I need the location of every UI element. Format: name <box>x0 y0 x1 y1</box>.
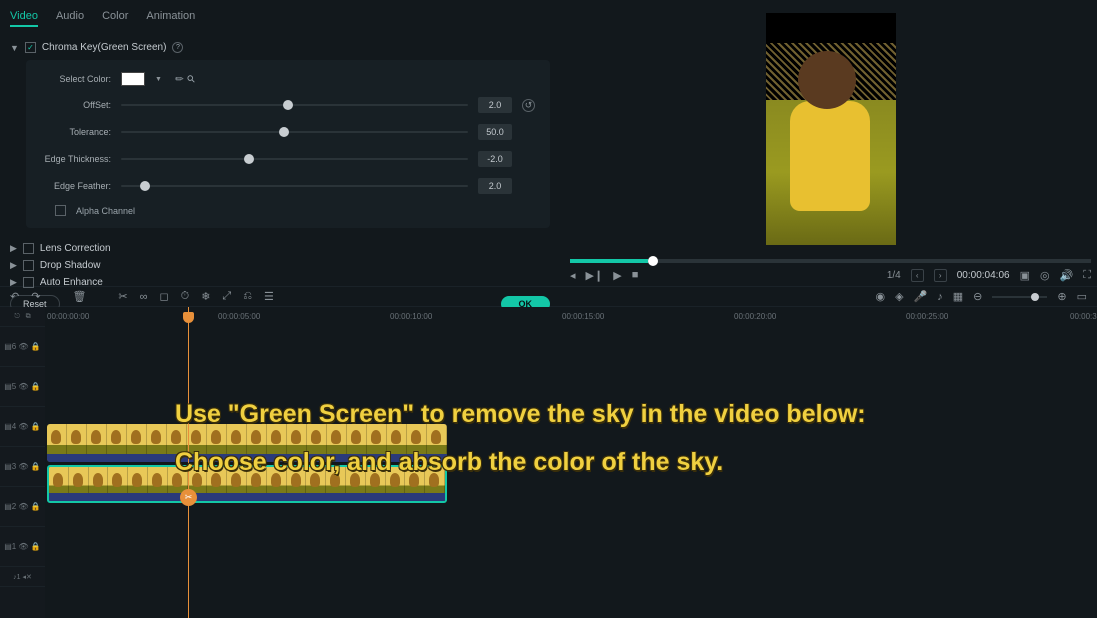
color-swatch[interactable] <box>121 72 145 86</box>
chevron-right-icon[interactable]: ▶ <box>10 260 17 271</box>
prev-frame-icon[interactable]: ◂ <box>570 269 576 282</box>
lens-correction-title: Lens Correction <box>40 243 111 254</box>
ruler-mark: 00:00:25:00 <box>906 312 948 321</box>
music-icon[interactable]: ♪ <box>937 291 943 303</box>
link-icon[interactable]: ∞ <box>140 291 148 303</box>
tab-video[interactable]: Video <box>10 10 38 27</box>
edge-thickness-value[interactable]: -2.0 <box>478 151 512 167</box>
shadow-checkbox[interactable] <box>23 260 34 271</box>
ruler-mark: 00:00:3 <box>1070 312 1097 321</box>
shield-icon[interactable]: ◈ <box>895 290 903 303</box>
speed-icon[interactable]: ⏱ <box>181 290 190 303</box>
grid-icon[interactable]: ▦ <box>953 290 963 303</box>
scissors-icon[interactable]: ✂ <box>180 489 197 506</box>
freeze-icon[interactable]: ❄ <box>201 290 210 303</box>
prev-button[interactable]: ‹ <box>911 269 924 282</box>
quality-icon[interactable]: ◎ <box>1040 269 1050 282</box>
preview-viewer[interactable] <box>570 4 1091 253</box>
drop-shadow-title: Drop Shadow <box>40 260 101 271</box>
timecode: 00:00:04:06 <box>957 270 1010 281</box>
play-pause-icon[interactable]: ▶❙ <box>586 269 604 282</box>
info-icon[interactable]: ? <box>172 42 183 53</box>
fullscreen-icon[interactable]: ⛶ <box>1083 269 1091 282</box>
alpha-channel-checkbox[interactable] <box>55 205 66 216</box>
side-toolbar-1[interactable]: ⎋ ⧉ <box>0 307 45 327</box>
chevron-right-icon[interactable]: ▶ <box>10 243 17 254</box>
ruler-mark: 00:00:15:00 <box>562 312 604 321</box>
tolerance-value[interactable]: 50.0 <box>478 124 512 140</box>
chevron-right-icon[interactable]: ▶ <box>10 277 17 288</box>
tolerance-label: Tolerance: <box>31 127 111 137</box>
play-icon[interactable]: ▶ <box>613 269 621 282</box>
split-icon[interactable]: ✂ <box>118 290 127 303</box>
zoom-slider[interactable] <box>992 296 1047 298</box>
color-dropdown-icon[interactable]: ▼ <box>155 76 162 83</box>
auto-enhance-title: Auto Enhance <box>40 277 103 288</box>
undo-icon[interactable]: ↶ <box>10 290 19 303</box>
edge-feather-label: Edge Feather: <box>31 181 111 191</box>
eyedropper-icon[interactable]: ✎ <box>173 72 187 86</box>
zoom-fit-icon[interactable]: ⤢ <box>222 290 231 303</box>
tolerance-slider[interactable] <box>121 131 468 133</box>
timeline-ruler[interactable]: 00:00:00:00 00:00:05:00 00:00:10:00 00:0… <box>0 307 1097 325</box>
ruler-mark: 00:00:05:00 <box>218 312 260 321</box>
offset-slider[interactable] <box>121 104 468 106</box>
track-head-2[interactable]: ▤2 👁 🔒 <box>0 487 45 527</box>
chevron-down-icon[interactable]: ▼ <box>10 43 19 53</box>
volume-icon[interactable]: 🔊 <box>1060 269 1074 282</box>
fit-timeline-icon[interactable]: ▭ <box>1077 290 1087 303</box>
track-head-6[interactable]: ▤6 👁 🔒 <box>0 327 45 367</box>
crop-icon[interactable]: ◻ <box>159 290 168 303</box>
redo-icon[interactable]: ↷ <box>31 290 40 303</box>
edge-thickness-slider[interactable] <box>121 158 468 160</box>
zoom-level[interactable]: 1/4 <box>887 270 901 281</box>
alpha-channel-label: Alpha Channel <box>76 206 135 216</box>
stop-icon[interactable]: ■ <box>632 269 639 282</box>
edge-thickness-label: Edge Thickness: <box>31 154 111 164</box>
tutorial-overlay: Use "Green Screen" to remove the sky in … <box>175 391 866 486</box>
menu-icon[interactable]: ☰ <box>264 290 274 303</box>
mic-icon[interactable]: 🎤 <box>914 290 928 303</box>
ruler-mark: 00:00:20:00 <box>734 312 776 321</box>
ruler-mark: 00:00:00:00 <box>47 312 89 321</box>
chroma-title: Chroma Key(Green Screen) <box>42 42 167 53</box>
tab-color[interactable]: Color <box>102 10 128 27</box>
zoom-in-icon[interactable]: ⊕ <box>1057 290 1066 303</box>
enhance-checkbox[interactable] <box>23 277 34 288</box>
track-head-4[interactable]: ▤4 👁 🔒 <box>0 407 45 447</box>
snapshot-icon[interactable]: ▣ <box>1020 269 1030 282</box>
offset-reset-icon[interactable]: ↺ <box>522 99 535 112</box>
edge-feather-value[interactable]: 2.0 <box>478 178 512 194</box>
chroma-enable-checkbox[interactable] <box>25 42 36 53</box>
tab-animation[interactable]: Animation <box>146 10 195 27</box>
detach-icon[interactable]: ⎌ <box>243 290 252 303</box>
eyedropper-advanced-icon[interactable]: ⚲ <box>186 73 199 86</box>
tab-audio[interactable]: Audio <box>56 10 84 27</box>
track-head-5[interactable]: ▤5 👁 🔒 <box>0 367 45 407</box>
lens-checkbox[interactable] <box>23 243 34 254</box>
preview-scrub[interactable] <box>570 259 1091 263</box>
next-button[interactable]: › <box>934 269 947 282</box>
zoom-out-icon[interactable]: ⊖ <box>973 290 982 303</box>
track-head-3[interactable]: ▤3 👁 🔒 <box>0 447 45 487</box>
ruler-mark: 00:00:10:00 <box>390 312 432 321</box>
offset-value[interactable]: 2.0 <box>478 97 512 113</box>
delete-icon[interactable]: 🗑 <box>72 290 86 303</box>
track-head-audio[interactable]: ♪1 ◂✕ <box>0 567 45 587</box>
offset-label: OffSet: <box>31 100 111 110</box>
edge-feather-slider[interactable] <box>121 185 468 187</box>
record-icon[interactable]: ◉ <box>875 290 885 303</box>
select-color-label: Select Color: <box>31 74 111 84</box>
track-head-1[interactable]: ▤1 👁 🔒 <box>0 527 45 567</box>
